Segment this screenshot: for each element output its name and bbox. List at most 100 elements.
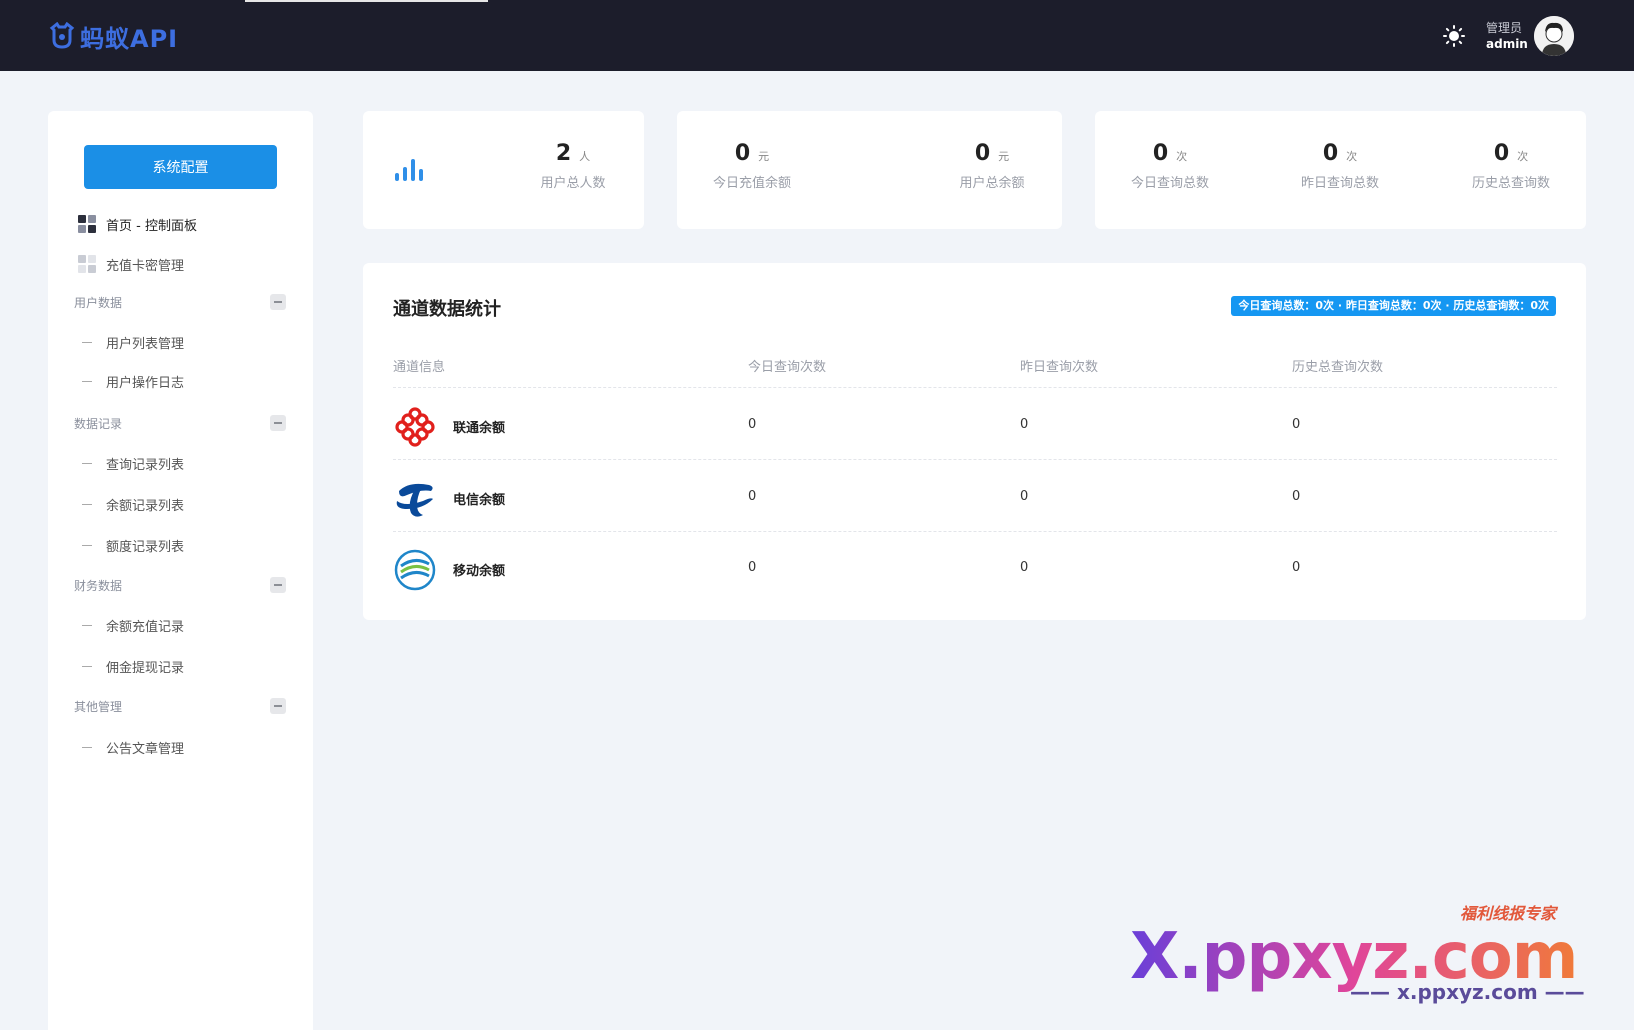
stat-card-queries: 0次 今日查询总数 0次 昨日查询总数 0次 历史总查询数 <box>1095 111 1586 229</box>
sidebar-item-withdraw-records[interactable]: 佣金提现记录 <box>82 656 184 676</box>
sidebar-item-label: 余额充值记录 <box>106 619 185 635</box>
group-finance-data[interactable]: 财务数据 <box>74 576 286 594</box>
sidebar-item-quota-records[interactable]: 额度记录列表 <box>82 535 184 555</box>
cell-yesterday: 0 <box>1020 560 1029 575</box>
group-title: 财务数据 <box>74 578 123 593</box>
group-user-data[interactable]: 用户数据 <box>74 293 286 311</box>
stat-label: 用户总余额 <box>959 176 1025 191</box>
panel-title: 通道数据统计 <box>393 299 501 320</box>
column-header: 今日查询次数 <box>748 360 827 375</box>
sidebar-item-label: 公告文章管理 <box>106 741 185 757</box>
collapse-icon[interactable] <box>270 415 286 431</box>
channel-name: 联通余额 <box>453 421 506 436</box>
stat-unit: 次 <box>1346 150 1358 163</box>
bar-chart-icon <box>395 159 423 181</box>
channel-stats-panel: 通道数据统计 今日查询总数：0次 · 昨日查询总数：0次 · 历史总查询数：0次… <box>363 263 1586 620</box>
sidebar-item-label: 查询记录列表 <box>106 457 185 473</box>
group-data-records[interactable]: 数据记录 <box>74 414 286 432</box>
stat-card-balance: 0元 今日充值余额 0元 用户总余额 <box>677 111 1062 229</box>
avatar[interactable] <box>1534 16 1574 56</box>
dash-icon <box>82 503 92 505</box>
stat-total-balance: 0元 用户总余额 <box>942 141 1042 191</box>
collapse-icon[interactable] <box>270 698 286 714</box>
sidebar-item-articles[interactable]: 公告文章管理 <box>82 737 184 757</box>
cell-history: 0 <box>1292 560 1301 575</box>
sidebar-item-query-records[interactable]: 查询记录列表 <box>82 453 184 473</box>
column-header: 历史总查询次数 <box>1292 360 1384 375</box>
stat-today-queries: 0次 今日查询总数 <box>1115 141 1225 191</box>
stat-card-users: 2人 用户总人数 <box>363 111 644 229</box>
stat-value: 0 <box>1152 141 1169 166</box>
sun-icon[interactable] <box>1443 25 1465 47</box>
system-config-button[interactable]: 系统配置 <box>84 145 277 189</box>
stat-unit: 元 <box>998 150 1010 163</box>
stat-unit: 次 <box>1517 150 1529 163</box>
column-header: 昨日查询次数 <box>1020 360 1099 375</box>
sidebar-item-dashboard[interactable]: 首页 - 控制面板 <box>78 213 197 235</box>
sidebar-item-label: 佣金提现记录 <box>106 660 185 676</box>
cell-yesterday: 0 <box>1020 417 1029 432</box>
stat-today-recharge: 0元 今日充值余额 <box>697 141 807 191</box>
dash-icon <box>82 665 92 667</box>
stat-value: 0 <box>974 141 991 166</box>
sidebar-item-label: 余额记录列表 <box>106 498 185 514</box>
brand-logo[interactable]: 蚂蚁API <box>48 20 178 53</box>
sidebar-item-user-log[interactable]: 用户操作日志 <box>82 371 184 391</box>
collapse-icon[interactable] <box>270 577 286 593</box>
dash-icon <box>82 746 92 748</box>
stat-value: 0 <box>734 141 751 166</box>
collapse-icon[interactable] <box>270 294 286 310</box>
stat-users: 2人 用户总人数 <box>513 141 633 191</box>
dashboard-icon <box>78 215 96 233</box>
group-title: 其他管理 <box>74 699 123 714</box>
sidebar-item-label: 用户列表管理 <box>106 336 185 352</box>
row-divider <box>393 459 1557 460</box>
sidebar-item-label: 额度记录列表 <box>106 539 185 555</box>
cell-today: 0 <box>748 489 757 504</box>
top-header: 蚂蚁API 管理员 admin <box>0 0 1634 71</box>
stat-value: 0 <box>1322 141 1339 166</box>
row-divider <box>393 531 1557 532</box>
user-role: 管理员 <box>1486 21 1523 35</box>
sidebar-item-balance-records[interactable]: 余额记录列表 <box>82 494 184 514</box>
stat-yesterday-queries: 0次 昨日查询总数 <box>1285 141 1395 191</box>
stat-unit: 元 <box>758 150 770 163</box>
card-icon <box>78 255 96 273</box>
stat-unit: 人 <box>579 150 591 163</box>
cell-today: 0 <box>748 560 757 575</box>
stat-value: 0 <box>1493 141 1510 166</box>
row-divider <box>393 387 1557 388</box>
channel-name: 电信余额 <box>453 493 506 508</box>
watermark: 福利线报专家 X.ppxyz.com —— x.ppxyz.com —— <box>1130 900 1610 1010</box>
china-mobile-logo <box>394 549 436 591</box>
dash-icon <box>82 624 92 626</box>
user-info[interactable]: 管理员 admin <box>1486 20 1528 52</box>
stat-history-queries: 0次 历史总查询数 <box>1456 141 1566 191</box>
sidebar-item-label: 用户操作日志 <box>106 375 185 391</box>
stat-unit: 次 <box>1176 150 1188 163</box>
dash-icon <box>82 462 92 464</box>
sidebar-item-cards[interactable]: 充值卡密管理 <box>78 253 184 275</box>
user-name: admin <box>1486 37 1528 51</box>
tab-indicator <box>245 0 488 2</box>
column-header: 通道信息 <box>393 360 446 375</box>
stat-label: 用户总人数 <box>540 176 606 191</box>
china-unicom-logo <box>395 407 435 447</box>
sidebar-item-label: 首页 - 控制面板 <box>106 218 197 234</box>
cell-history: 0 <box>1292 417 1301 432</box>
dash-icon <box>82 544 92 546</box>
cell-yesterday: 0 <box>1020 489 1029 504</box>
channel-name: 移动余额 <box>453 564 506 579</box>
watermark-sub: —— x.ppxyz.com —— <box>1350 980 1585 1004</box>
group-other-management[interactable]: 其他管理 <box>74 697 286 715</box>
sidebar-item-user-list[interactable]: 用户列表管理 <box>82 332 184 352</box>
stat-label: 今日充值余额 <box>712 176 791 191</box>
sidebar-item-label: 充值卡密管理 <box>106 258 185 274</box>
sidebar-item-recharge-records[interactable]: 余额充值记录 <box>82 615 184 635</box>
dash-icon <box>82 380 92 382</box>
sidebar: 系统配置 首页 - 控制面板 充值卡密管理 用户数据 用户列表管理 用户操作日志… <box>48 111 313 1030</box>
cell-history: 0 <box>1292 489 1301 504</box>
avatar-icon <box>1534 16 1574 56</box>
stat-value: 2 <box>555 141 572 166</box>
stat-label: 昨日查询总数 <box>1300 176 1379 191</box>
